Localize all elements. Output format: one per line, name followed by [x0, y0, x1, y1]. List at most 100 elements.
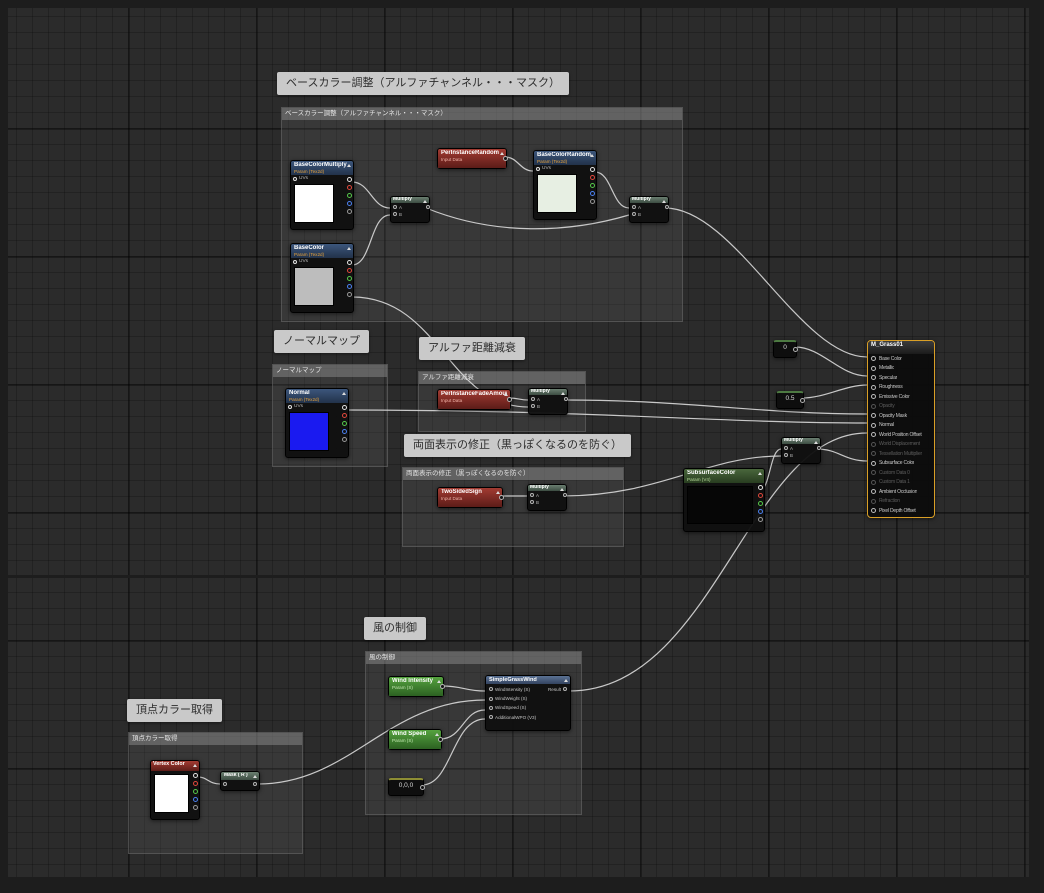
g-output-pin[interactable] [347, 193, 352, 199]
wire-multiply5-to-subsurface-input[interactable] [816, 448, 868, 462]
g-output-pin[interactable] [193, 789, 198, 794]
node-twosidedsign[interactable]: TwoSidedSign Input Data [437, 487, 504, 508]
material-input-ambient-occlusion[interactable]: Ambient Occlusion [868, 487, 934, 497]
additionalwpo-input-pin[interactable] [489, 715, 493, 720]
node-multiply-1[interactable]: Multiply A B [390, 196, 430, 223]
material-input-custom-data-0[interactable]: Custom Data 0 [868, 468, 934, 478]
material-input-specular[interactable]: Specular [868, 373, 934, 383]
material-input-metallic[interactable]: Metallic [868, 364, 934, 374]
r-output-pin[interactable] [758, 493, 763, 499]
node-multiply-2[interactable]: Multiply A B [629, 196, 669, 223]
b-output-pin[interactable] [347, 284, 352, 290]
wire-perinstancerandom-to-basecolorrandom[interactable] [504, 156, 534, 172]
output-pin[interactable] [665, 204, 669, 209]
rgb-output-pin[interactable] [347, 177, 352, 183]
output-pin[interactable] [253, 782, 257, 787]
rgb-output-pin[interactable] [758, 485, 763, 491]
node-basecolormultiply[interactable]: BaseColorMultiply Param (Tex2d) UVs [290, 160, 354, 230]
input-b-pin[interactable] [393, 212, 397, 217]
a-output-pin[interactable] [590, 199, 595, 205]
b-output-pin[interactable] [193, 797, 198, 802]
wire-mask-to-grasswind-weight[interactable] [257, 699, 486, 785]
input-pin[interactable] [223, 782, 227, 787]
node-component-mask-r[interactable]: Mask ( R ) [220, 771, 260, 791]
wire-basecolorrandom-to-multiply2[interactable] [594, 171, 630, 209]
node-multiply-5[interactable]: Multiply A B [781, 437, 821, 464]
material-input-opacity-mask[interactable]: Opacity Mask [868, 411, 934, 421]
material-result-node[interactable]: M_Grass01 Base Color Metallic Specular R… [867, 340, 935, 518]
r-output-pin[interactable] [347, 185, 352, 191]
node-vertexcolor[interactable]: Vertex Color [150, 760, 200, 820]
a-output-pin[interactable] [347, 209, 352, 215]
b-output-pin[interactable] [590, 191, 595, 197]
wire-vertexcolor-to-mask[interactable] [197, 776, 221, 785]
r-output-pin[interactable] [193, 781, 198, 786]
material-input-opacity[interactable]: Opacity [868, 402, 934, 412]
material-input-subsurface-color[interactable]: Subsurface Color [868, 459, 934, 469]
output-pin[interactable] [800, 398, 805, 403]
wire-windintensity-to-grasswind[interactable] [441, 685, 486, 692]
rgb-output-pin[interactable] [590, 167, 595, 173]
node-wind-intensity[interactable]: Wind Intensity Param (S) [388, 676, 445, 697]
output-pin[interactable] [426, 204, 430, 209]
input-a-pin[interactable] [531, 397, 535, 402]
wire-basecolormultiply-to-multiply1[interactable] [351, 181, 391, 209]
wire-multiply2-to-basecolor-input[interactable] [664, 207, 868, 358]
windspeed-input-pin[interactable] [489, 705, 493, 710]
wire-windspeed-to-grasswind[interactable] [439, 709, 486, 740]
material-input-pixel-depth-offset[interactable]: Pixel Depth Offset [868, 506, 934, 516]
input-b-pin[interactable] [530, 500, 534, 505]
node-basecolorrandom[interactable]: BaseColorRandom Param (Tex2d) UVs [533, 150, 597, 220]
uvs-input-pin[interactable]: UVs [288, 404, 303, 409]
output-pin[interactable] [503, 156, 508, 161]
a-output-pin[interactable] [342, 437, 347, 443]
node-constant-zero[interactable]: 0 [773, 340, 798, 358]
input-a-pin[interactable] [784, 446, 788, 451]
windweight-input-pin[interactable] [489, 696, 493, 701]
node-perinstancerandom[interactable]: PerInstanceRandom Input Data [437, 148, 508, 169]
wire-basecolor-to-multiply1[interactable] [351, 214, 391, 266]
a-output-pin[interactable] [758, 517, 763, 523]
output-pin[interactable] [817, 445, 821, 450]
input-a-pin[interactable] [632, 205, 636, 210]
material-input-world-displacement[interactable]: World Displacement [868, 440, 934, 450]
uvs-input-pin[interactable]: UVs [293, 259, 308, 264]
material-input-tessellation-multiplier[interactable]: Tessellation Multiplier [868, 449, 934, 459]
material-input-custom-data-1[interactable]: Custom Data 1 [868, 478, 934, 488]
g-output-pin[interactable] [347, 276, 352, 282]
node-multiply-3[interactable]: Multiply A B [528, 388, 568, 415]
node-basecolor[interactable]: BaseColor Param (Tex2d) UVs [290, 243, 354, 313]
rgb-output-pin[interactable] [347, 260, 352, 266]
b-output-pin[interactable] [758, 509, 763, 515]
g-output-pin[interactable] [758, 501, 763, 507]
uvs-input-pin[interactable]: UVs [536, 166, 551, 171]
output-pin[interactable] [563, 492, 567, 497]
windintensity-input-pin[interactable] [489, 687, 493, 692]
output-pin[interactable] [440, 684, 445, 689]
rgb-output-pin[interactable] [193, 773, 198, 778]
output-pin[interactable] [564, 396, 568, 401]
output-pin[interactable] [499, 495, 504, 500]
wire-multiply1-to-multiply2[interactable] [425, 207, 630, 230]
result-output-pin[interactable] [563, 687, 567, 692]
material-input-normal[interactable]: Normal [868, 421, 934, 431]
input-b-pin[interactable] [632, 212, 636, 217]
material-graph-canvas[interactable]: ベースカラー調整（アルファチャンネル・・・マスク） ノーマルマップ アルファ距離… [0, 0, 1044, 893]
input-a-pin[interactable] [530, 493, 534, 498]
node-wind-speed[interactable]: Wind Speed Param (S) [388, 729, 443, 750]
uvs-input-pin[interactable]: UVs [293, 176, 308, 181]
r-output-pin[interactable] [347, 268, 352, 274]
rgb-output-pin[interactable] [342, 405, 347, 411]
material-input-base-color[interactable]: Base Color [868, 354, 934, 364]
wire-multiply3-to-opacitymask-input[interactable] [563, 399, 868, 415]
input-b-pin[interactable] [784, 453, 788, 458]
node-constant-vec3[interactable]: 0,0,0 [388, 778, 425, 796]
output-pin[interactable] [793, 347, 798, 352]
r-output-pin[interactable] [342, 413, 347, 419]
a-output-pin[interactable] [347, 292, 352, 298]
g-output-pin[interactable] [590, 183, 595, 189]
output-pin[interactable] [438, 737, 443, 742]
node-subsurfacecolor[interactable]: SubsurfaceColor Param (V4) [683, 468, 765, 532]
r-output-pin[interactable] [590, 175, 595, 181]
input-b-pin[interactable] [531, 404, 535, 409]
